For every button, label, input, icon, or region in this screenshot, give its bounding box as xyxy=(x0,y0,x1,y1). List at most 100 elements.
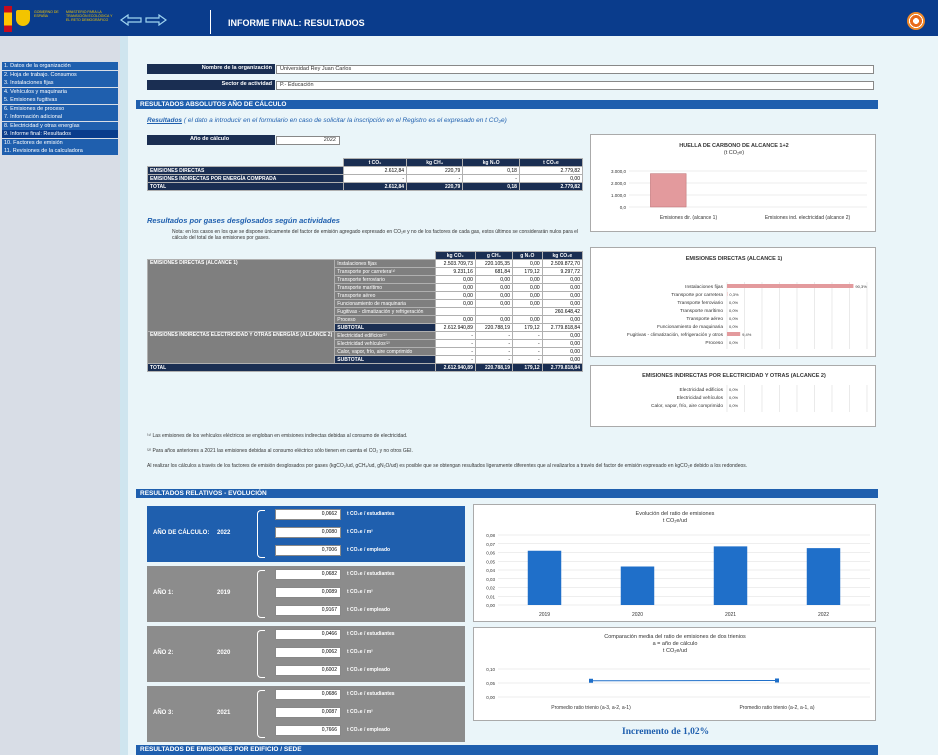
table-cell: 2.612.940,89 xyxy=(434,363,476,372)
y-tick-label: 2.000,0 xyxy=(611,181,627,186)
sidebar-item-hoja-trabajo[interactable]: 2. Hoja de trabajo. Consumos xyxy=(2,70,118,79)
ratio-field[interactable]: 0,7006 xyxy=(275,545,341,556)
table-cell: 0,00 xyxy=(474,299,513,308)
divider xyxy=(210,10,211,34)
calc-year-field[interactable]: 2022 xyxy=(276,136,340,145)
by-gas-note: Nota: en los casos en los que se dispone… xyxy=(172,229,579,241)
table-cell: 179,12 xyxy=(511,323,543,332)
building-results-bar: RESULTADOS DE EMISIONES POR EDIFICIO / S… xyxy=(136,745,878,755)
arrow-right-icon[interactable] xyxy=(145,14,167,26)
chart-bar xyxy=(527,550,562,605)
ratio-unit: t CO₂e / m² xyxy=(347,589,373,595)
sidebar-item-instalaciones-fijas[interactable]: 3. Instalaciones fijas xyxy=(2,79,118,87)
sidebar-item-electricidad[interactable]: 8. Electricidad y otras energías xyxy=(2,121,118,130)
table-cell: 220,79 xyxy=(406,182,464,191)
year-panel-label: AÑO 1: xyxy=(153,590,174,596)
y-tick-label: 1.000,0 xyxy=(611,193,627,198)
sidebar-item-revisiones[interactable]: 11. Revisiones de la calculadora xyxy=(2,147,118,155)
relative-results-bar: RESULTADOS RELATIVOS - EVOLUCIÓN xyxy=(136,489,878,498)
ratio-field[interactable]: 0,0087 xyxy=(275,707,341,718)
ratio-field[interactable]: 0,0089 xyxy=(275,587,341,598)
chart-subtitle: a = año de cálculo xyxy=(653,641,698,647)
sidebar-item-vehiculos[interactable]: 4. Vehículos y maquinaria xyxy=(2,87,118,96)
y-tick-label: 0,02 xyxy=(486,586,495,591)
ratio-field[interactable]: 0,0686 xyxy=(275,689,341,700)
col-header: kg CO₂ xyxy=(434,251,476,260)
table-cell: - xyxy=(462,174,520,183)
data-label: 0,0% xyxy=(729,324,739,329)
chart-indirect-emissions-svg: EMISIONES INDIRECTAS POR ELECTRICIDAD Y … xyxy=(642,373,868,412)
ratio-field[interactable]: 0,0682 xyxy=(275,569,341,580)
y-tick-label: 0,07 xyxy=(486,542,495,547)
table-cell: 0,00 xyxy=(541,291,584,300)
year-panel-label: AÑO 2: xyxy=(153,650,174,656)
ratio-field[interactable]: 0,0080 xyxy=(275,527,341,538)
org-name-field[interactable]: Universidad Rey Juan Carlos xyxy=(276,65,874,74)
arrow-left-icon[interactable] xyxy=(120,14,142,26)
y-tick-label: Transporte aéreo xyxy=(686,316,723,322)
ratio-unit: t CO₂e / empleado xyxy=(347,607,391,613)
ratio-field[interactable]: 0,9167 xyxy=(275,605,341,616)
table-cell: 0,00 xyxy=(541,347,584,356)
sector-field[interactable]: P.- Educación xyxy=(276,81,874,90)
org-name-label: Nombre de la organización xyxy=(147,64,275,74)
table-cell: 0,00 xyxy=(541,339,584,348)
table-cell: 2.503.709,73 xyxy=(434,259,476,268)
table-cell: 2.779,82 xyxy=(518,182,584,191)
table-cell: 0,00 xyxy=(511,283,543,292)
y-tick-label: Calor, vapor, frío, aire comprimido xyxy=(651,403,723,409)
ratio-unit: t CO₂e / empleado xyxy=(347,727,391,733)
table-cell: 0,00 xyxy=(541,283,584,292)
row-label: Instalaciones fijas xyxy=(334,259,436,268)
ratio-field[interactable]: 0,0062 xyxy=(275,647,341,658)
table-cell: 220.788,19 xyxy=(474,323,513,332)
table-cell: 2.509.872,70 xyxy=(541,259,584,268)
app-logo-icon[interactable] xyxy=(907,12,925,30)
table-cell: 220.788,19 xyxy=(474,363,513,372)
y-tick-label: Fugitivas - climatización, refrigeración… xyxy=(627,332,724,338)
y-tick-label: 3.000,0 xyxy=(611,169,627,174)
row-label: Transporte marítimo xyxy=(334,283,436,292)
brace-icon xyxy=(257,510,265,558)
table-cell xyxy=(434,307,476,316)
ratio-field[interactable]: 0,0662 xyxy=(275,509,341,520)
blank-cell xyxy=(148,159,344,167)
data-label: 90,3% xyxy=(855,284,867,289)
ratio-field[interactable]: 0,6002 xyxy=(275,665,341,676)
year-panel-year: 2019 xyxy=(217,590,231,596)
col-header: kg N₂O xyxy=(462,158,520,167)
col-header: g N₂O xyxy=(511,251,543,260)
table-cell: 0,00 xyxy=(434,283,476,292)
sidebar-item-factores-emision[interactable]: 10. Factores de emisión xyxy=(2,138,118,147)
table-cell: 0,00 xyxy=(474,283,513,292)
ratio-unit: t CO₂e / m² xyxy=(347,709,373,715)
ratio-field[interactable]: 0,7666 xyxy=(275,725,341,736)
table-cell: - xyxy=(511,347,543,356)
sidebar-item-informe-final[interactable]: 9. Informe final: Resultados xyxy=(2,130,118,138)
chart-direct-emissions: EMISIONES DIRECTAS (ALCANCE 1) Instalacio… xyxy=(590,247,876,357)
chart-bar xyxy=(727,284,854,288)
table-cell: 0,00 xyxy=(434,299,476,308)
row-label: TOTAL xyxy=(147,363,436,372)
y-tick-label: Funcionamiento de maquinaria xyxy=(657,324,723,330)
sidebar-item-informacion-adicional[interactable]: 7. Información adicional xyxy=(2,113,118,121)
year-panel-year: 2020 xyxy=(217,650,231,656)
absolute-results-bar: RESULTADOS ABSOLUTOS AÑO DE CÁLCULO xyxy=(136,100,878,109)
year-label: Año de cálculo xyxy=(147,135,275,145)
row-label: Electricidad edificios⁽²⁾ xyxy=(334,331,436,340)
sidebar-item-datos-organizacion[interactable]: 1. Datos de la organización xyxy=(2,62,118,70)
col-header: kg CO₂e xyxy=(541,251,584,260)
table-cell: 2.612,84 xyxy=(342,166,408,175)
ratio-unit: t CO₂e / empleado xyxy=(347,547,391,553)
data-label: 0,0% xyxy=(729,316,739,321)
row-label: SUBTOTAL xyxy=(334,323,436,332)
chart-title: Comparación media del ratio de emisiones… xyxy=(604,634,746,640)
y-tick-label: Electricidad edificios xyxy=(680,387,724,393)
by-gas-heading: Resultados por gases desglosados según a… xyxy=(147,216,340,225)
sector-label: Sector de actividad xyxy=(147,80,275,90)
sidebar-item-emisiones-proceso[interactable]: 6. Emisiones de proceso xyxy=(2,104,118,113)
ratio-field[interactable]: 0,0466 xyxy=(275,629,341,640)
table-cell: - xyxy=(511,331,543,340)
sidebar-item-emisiones-fugitivas[interactable]: 5. Emisiones fugitivas xyxy=(2,96,118,104)
col-header: g CH₄ xyxy=(474,251,513,260)
